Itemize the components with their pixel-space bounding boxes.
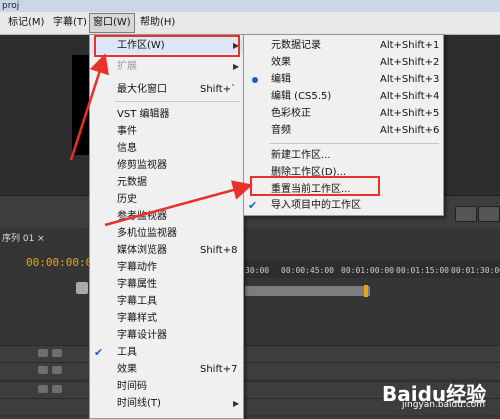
arrow-to-reset — [104, 180, 253, 227]
watermark-url: jingyan.baidu.com — [402, 400, 486, 410]
annotation-arrows — [69, 53, 253, 227]
arrow-to-workspace — [69, 53, 109, 161]
